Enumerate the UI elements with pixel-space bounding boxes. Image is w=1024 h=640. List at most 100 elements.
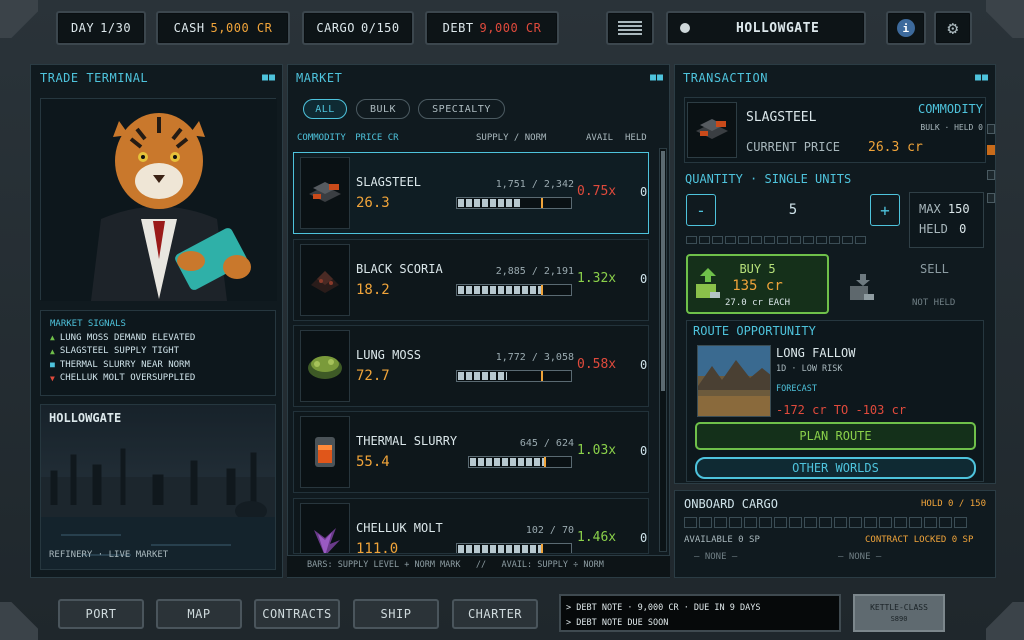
- location-scene-title: HOLLOWGATE: [49, 411, 122, 425]
- menu-icon: [618, 21, 642, 35]
- quantity-increment-button[interactable]: +: [870, 194, 900, 226]
- quantity-segment: [842, 236, 853, 244]
- slagsteel-icon: [300, 157, 350, 229]
- supply-bar: [456, 370, 572, 382]
- quantity-segment: [790, 236, 801, 244]
- commodity-row[interactable]: CHELLUK MOLT 111.0 102 / 70 1.46x 0: [293, 498, 649, 554]
- supply-bar-fill: [458, 199, 521, 207]
- norm-mark: [544, 457, 546, 467]
- gear-icon: ⚙: [947, 17, 959, 39]
- cargo-title: ONBOARD CARGO: [684, 497, 778, 511]
- nav-contracts[interactable]: CONTRACTS: [254, 599, 340, 629]
- quantity-value[interactable]: 5: [718, 194, 868, 226]
- ship-badge[interactable]: KETTLE-CLASS S890: [853, 594, 945, 632]
- log-line-1: > DEBT NOTE · 9,000 CR · DUE IN 9 DAYS: [566, 603, 761, 613]
- signal-text: LUNG MOSS DEMAND ELEVATED: [59, 332, 196, 343]
- quantity-segment: [777, 236, 788, 244]
- transaction-item-name: SLAGSTEEL: [746, 110, 817, 125]
- side-indicator-1: [987, 124, 995, 134]
- menu-button[interactable]: [606, 11, 654, 45]
- route-forecast: -172 cr TO -103 cr: [776, 403, 907, 417]
- filter-specialty[interactable]: SPECIALTY: [418, 99, 505, 119]
- plan-route-button[interactable]: PLAN ROUTE: [695, 422, 976, 450]
- route-title: ROUTE OPPORTUNITY: [693, 324, 816, 338]
- commodity-price: 55.4: [356, 454, 390, 470]
- cargo-slot: [684, 517, 697, 528]
- event-log: > DEBT NOTE · 9,000 CR · DUE IN 9 DAYS >…: [559, 594, 841, 632]
- limits-box: MAX 150 HELD 0: [909, 192, 984, 248]
- market-signals-title: MARKET SIGNALS: [50, 319, 126, 329]
- commodity-row[interactable]: BLACK SCORIA 18.2 2,885 / 2,191 1.32x 0: [293, 239, 649, 321]
- scrollbar-thumb[interactable]: [661, 151, 665, 391]
- quantity-segment: [855, 236, 866, 244]
- cash-display: CASH 5,000 CR: [156, 11, 290, 45]
- commodity-avail-ratio: 1.32x: [577, 271, 617, 286]
- col-avail: AVAIL: [586, 133, 614, 143]
- market-signal: ▲ LUNG MOSS DEMAND ELEVATED: [50, 331, 275, 345]
- current-price-value: 26.3 cr: [868, 140, 923, 155]
- cargo-label: CARGO: [316, 21, 355, 35]
- other-worlds-button[interactable]: OTHER WORLDS: [695, 457, 976, 479]
- debt-display: DEBT 9,000 CR: [425, 11, 559, 45]
- settings-button[interactable]: ⚙: [934, 11, 972, 45]
- cargo-slot: [879, 517, 892, 528]
- col-held: HELD: [625, 133, 647, 143]
- signal-text: THERMAL SLURRY NEAR NORM: [59, 359, 190, 370]
- up-arrow-icon: ▲: [50, 333, 55, 343]
- sell-crate-icon: [850, 274, 874, 300]
- supply-bar: [456, 543, 572, 553]
- nav-port[interactable]: PORT: [58, 599, 144, 629]
- filter-all[interactable]: ALL: [303, 99, 347, 119]
- commodity-name: BLACK SCORIA: [356, 262, 443, 276]
- commodity-row[interactable]: LUNG MOSS 72.7 1,772 / 3,058 0.58x 0: [293, 325, 649, 407]
- trader-portrait: [40, 98, 277, 301]
- cargo-display: CARGO 0/150: [302, 11, 414, 45]
- quantity-decrement-button[interactable]: -: [686, 194, 716, 226]
- cash-label: CASH: [173, 21, 205, 35]
- panel-dots-icon: ■■: [262, 72, 277, 83]
- quantity-segment: [712, 236, 723, 244]
- held-value: 0: [959, 222, 967, 236]
- commodity-name: LUNG MOSS: [356, 348, 422, 362]
- ship-class: KETTLE-CLASS: [870, 603, 928, 612]
- quantity-segment: [816, 236, 827, 244]
- commodity-supply: 1,751 / 2,342: [495, 179, 574, 190]
- commodity-name: CHELLUK MOLT: [356, 521, 443, 535]
- selected-commodity-card: SLAGSTEEL CURRENT PRICE 26.3 cr COMMODIT…: [684, 97, 986, 163]
- transaction-title: TRANSACTION: [683, 71, 768, 85]
- commodity-avail-ratio: 1.46x: [577, 530, 617, 545]
- commodity-price: 72.7: [356, 368, 390, 384]
- commodity-category: COMMODITY: [917, 102, 983, 116]
- max-label: MAX: [919, 202, 941, 216]
- market-scrollbar[interactable]: [659, 148, 667, 552]
- norm-mark: [541, 285, 543, 295]
- commodity-avail-ratio: 1.03x: [577, 443, 617, 458]
- commodity-price: 18.2: [356, 282, 390, 298]
- filter-bulk[interactable]: BULK: [356, 99, 410, 119]
- signals-list: ▲ LUNG MOSS DEMAND ELEVATED ▲ SLAGSTEEL SUP…: [50, 331, 275, 385]
- quantity-label: QUANTITY · SINGLE UNITS: [685, 172, 852, 186]
- cargo-slot: [834, 517, 847, 528]
- norm-mark: [541, 544, 543, 553]
- nav-ship[interactable]: SHIP: [353, 599, 439, 629]
- nav-charter[interactable]: CHARTER: [452, 599, 538, 629]
- route-meta: 1D · LOW RISK: [776, 364, 843, 374]
- location-scene-caption: REFINERY · LIVE MARKET: [49, 550, 169, 560]
- route-destination: LONG FALLOW: [776, 346, 856, 360]
- cargo-slot: [699, 517, 712, 528]
- commodity-row[interactable]: THERMAL SLURRY 55.4 645 / 624 1.03x 0: [293, 411, 649, 493]
- commodity-supply: 1,772 / 3,058: [495, 352, 574, 363]
- buy-button[interactable]: BUY 5 135 cr 27.0 cr EACH: [686, 254, 829, 314]
- nav-map[interactable]: MAP: [156, 599, 242, 629]
- location-scene: HOLLOWGATE REFINERY · LIVE MARKET: [40, 404, 276, 570]
- cargo-slot: [774, 517, 787, 528]
- market-signal: ▲ SLAGSTEEL SUPPLY TIGHT: [50, 345, 275, 359]
- cargo-locked: CONTRACT LOCKED 0 SP: [865, 535, 974, 545]
- supply-bar-fill: [458, 286, 542, 294]
- side-indicator-2: [987, 145, 995, 155]
- info-button[interactable]: i: [886, 11, 926, 45]
- commodity-avail-ratio: 0.58x: [577, 357, 617, 372]
- market-signal: ■ THERMAL SLURRY NEAR NORM: [50, 358, 275, 372]
- commodity-row[interactable]: SLAGSTEEL 26.3 1,751 / 2,342 0.75x 0: [293, 152, 649, 234]
- sell-button[interactable]: SELL NOT HELD: [836, 254, 984, 314]
